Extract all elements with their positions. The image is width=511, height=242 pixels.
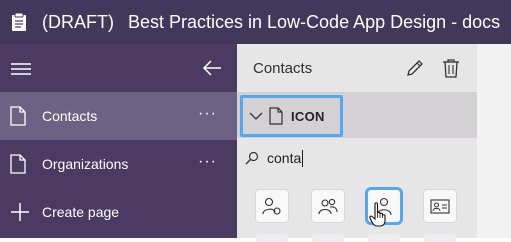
- icon-group-label: ICON: [291, 108, 325, 124]
- icon-tile-people[interactable]: [312, 190, 344, 222]
- draft-label: (DRAFT): [42, 11, 114, 32]
- sidebar-item-contacts[interactable]: Contacts ···: [0, 92, 237, 140]
- trash-icon[interactable]: [442, 58, 460, 78]
- back-arrow-icon[interactable]: [202, 58, 222, 78]
- hamburger-menu-icon[interactable]: [11, 63, 31, 75]
- title-bar: (DRAFT) Best Practices in Low-Code App D…: [0, 0, 511, 44]
- icon-tile-next-row[interactable]: [312, 234, 344, 242]
- hand-pointer-cursor-icon: [369, 202, 386, 227]
- app-title: Best Practices in Low-Code App Design - …: [127, 11, 501, 32]
- icon-tile-next-row[interactable]: [368, 234, 400, 242]
- sidebar-item-label: Contacts: [42, 108, 98, 124]
- page-icon: [10, 154, 26, 174]
- icon-tile-next-row[interactable]: [424, 234, 456, 242]
- sidebar-header: [0, 44, 237, 92]
- create-page-label: Create page: [42, 204, 120, 220]
- search-value: conta: [267, 150, 302, 166]
- icon-tile-contact-card[interactable]: [424, 190, 456, 222]
- contact-card-icon: [430, 199, 450, 214]
- page-icon: [10, 106, 26, 126]
- icon-tile-next-row[interactable]: [256, 234, 288, 242]
- panel-header: Contacts: [237, 44, 477, 92]
- icon-group-toggle[interactable]: ICON: [240, 95, 343, 137]
- sidebar-item-organizations[interactable]: Organizations ···: [0, 140, 237, 188]
- page-icon: [269, 107, 283, 125]
- text-caret: [302, 149, 304, 167]
- panel-title: Contacts: [253, 60, 313, 77]
- icon-search-input[interactable]: conta: [237, 138, 477, 178]
- properties-panel: Contacts ICON conta: [237, 44, 477, 242]
- chevron-down-icon: [249, 112, 263, 120]
- clipboard-icon: [12, 12, 26, 31]
- canvas-edge: [477, 44, 511, 238]
- person-link-icon: [262, 197, 281, 215]
- icon-group-row: ICON: [237, 92, 477, 138]
- sidebar-item-label: Organizations: [42, 156, 129, 172]
- more-options-button[interactable]: ···: [198, 106, 217, 122]
- plus-icon: [11, 203, 29, 221]
- create-page-button[interactable]: Create page: [0, 188, 237, 236]
- more-options-button[interactable]: ···: [198, 154, 217, 170]
- people-icon: [318, 198, 338, 215]
- icon-tile-person-link[interactable]: [256, 190, 288, 222]
- sidebar: Contacts ··· Organizations ··· Create pa…: [0, 44, 237, 238]
- pencil-icon[interactable]: [405, 58, 425, 78]
- search-icon: [245, 151, 259, 165]
